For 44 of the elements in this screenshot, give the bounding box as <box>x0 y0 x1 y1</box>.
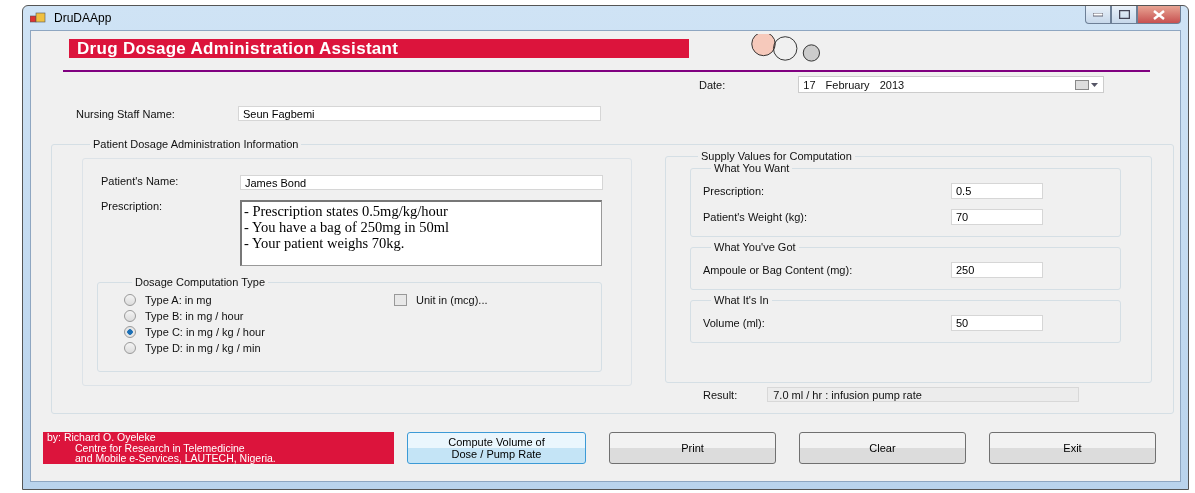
value-field[interactable]: 250 <box>951 262 1043 278</box>
field-label: Prescription: <box>101 200 164 212</box>
app-icon <box>30 12 46 24</box>
field-label: Result: <box>703 388 738 401</box>
field-label: Patient's Name: <box>101 175 180 187</box>
maximize-button[interactable] <box>1111 6 1137 24</box>
group-title: What You've Got <box>713 241 797 253</box>
prescription-field[interactable]: - Prescription states 0.5mg/kg/hour - You have a bag of 250mg in 50ml - Your patient weighs 70kg. <box>240 200 602 266</box>
action-button[interactable]: Clear <box>799 432 966 464</box>
close-icon <box>1153 9 1165 20</box>
credit-text: by: Richard O. Oyeleke Centre for Research in Telemedicine and Mobile e-Services, LAUTECH, Nigeria. <box>43 432 394 464</box>
value-field[interactable]: 0.5 <box>951 183 1043 199</box>
close-button[interactable] <box>1137 6 1181 24</box>
group-title: Dosage Computation Type <box>134 276 267 288</box>
minimize-button[interactable] <box>1085 6 1111 24</box>
group-title: What It's In <box>713 294 770 306</box>
app-title-banner: Drug Dosage Administration Assistant <box>69 38 689 58</box>
field-label: Nursing Staff Name: <box>76 107 176 120</box>
patient-name-field[interactable]: James Bond <box>240 175 603 190</box>
compute-button[interactable]: Compute Volume of Dose / Pump Rate <box>407 432 586 464</box>
minimize-icon <box>1093 12 1103 17</box>
unit-checkbox[interactable]: Unit in (mcg)... <box>394 294 601 306</box>
radio-option[interactable]: Type D: in mg / kg / min <box>124 342 394 354</box>
radio-option[interactable]: Type A: in mg <box>124 294 394 306</box>
action-button[interactable]: Print <box>609 432 776 464</box>
window-title: DruDAApp <box>54 11 113 25</box>
field-label: Volume (ml): <box>703 317 766 329</box>
group-title: Patient Dosage Administration Information <box>92 138 300 150</box>
group-title: Supply Values for Computation <box>700 150 853 162</box>
staff-name-field[interactable]: Seun Fagbemi <box>238 106 601 121</box>
action-button[interactable]: Exit <box>989 432 1156 464</box>
radio-option[interactable]: Type B: in mg / hour <box>124 310 394 322</box>
field-label: Prescription: <box>703 185 766 197</box>
value-field[interactable]: 50 <box>951 315 1043 331</box>
field-label: Date: <box>699 78 726 91</box>
calendar-dropdown-icon <box>1075 79 1100 90</box>
radio-option[interactable]: Type C: in mg / kg / hour <box>124 326 394 338</box>
field-label: Patient's Weight (kg): <box>703 211 808 223</box>
field-label: Ampoule or Bag Content (mg): <box>703 264 854 276</box>
group-title: What You Want <box>713 162 791 174</box>
maximize-icon <box>1118 10 1130 19</box>
result-field: 7.0 ml / hr : infusion pump rate <box>767 387 1080 402</box>
value-field[interactable]: 70 <box>951 209 1043 225</box>
date-picker[interactable]: 17 February 2013 <box>798 76 1105 93</box>
